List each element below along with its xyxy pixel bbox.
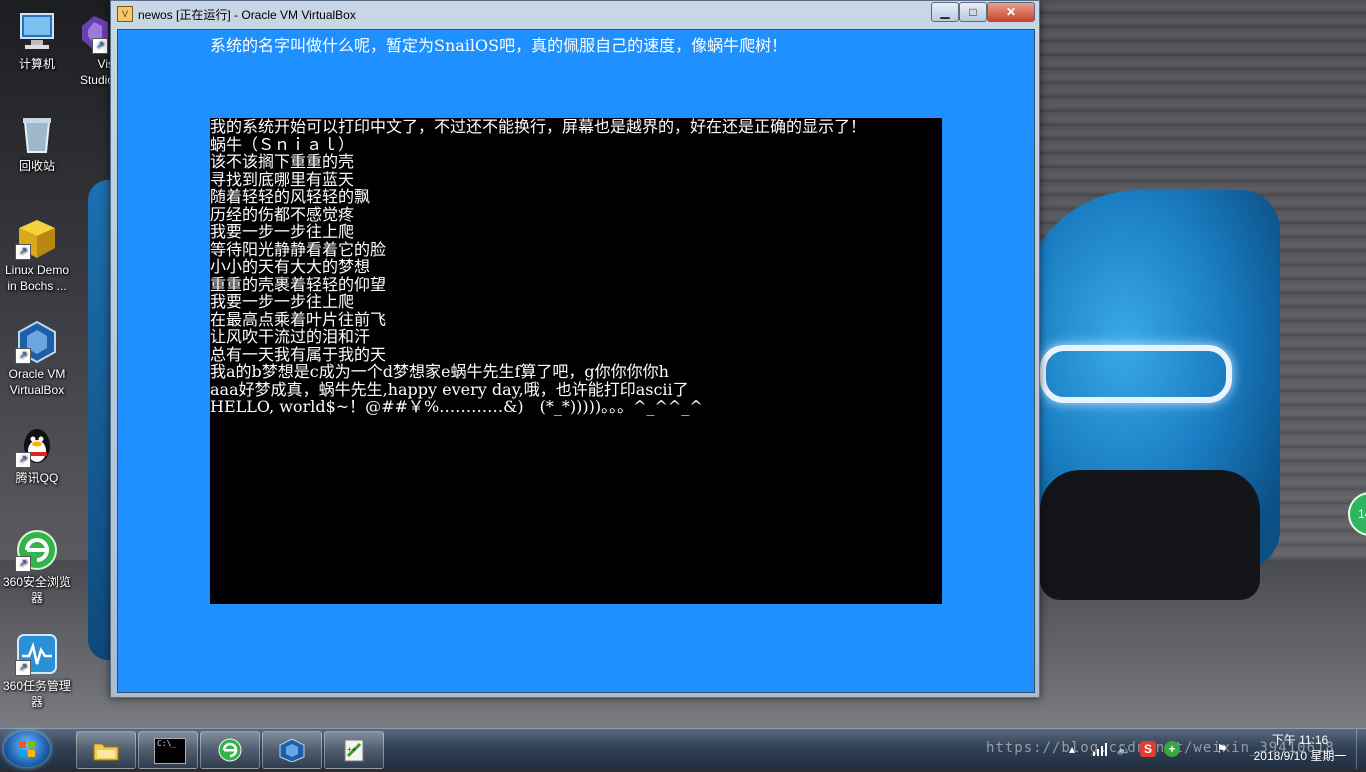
virtualbox-icon (279, 738, 305, 762)
svg-text:++: ++ (347, 745, 357, 754)
desktop-icon-virtualbox[interactable]: ↗ Oracle VM VirtualBox (0, 320, 74, 398)
vm-console-line: 寻找到底哪里有蓝天 (210, 169, 355, 189)
vm-display[interactable]: 系统的名字叫做什么呢，暂定为SnailOS吧，真的佩服自己的速度，像蜗牛爬树！ … (117, 29, 1035, 693)
vm-console-line: 我要一步一步往上爬 (210, 222, 355, 241)
360-browser-icon: ↗ (15, 528, 59, 572)
vm-console-line: 我的系统开始可以打印中文了，不过还不能换行，屏幕也是越界的，好在还是正确的显示了… (210, 117, 867, 136)
visual-studio-icon: ↗ (74, 10, 110, 54)
desktop-icon-label: 计算机 (18, 57, 55, 71)
desktop-icon-linux-demo[interactable]: ↗ Linux Demo in Bochs ... (0, 216, 74, 294)
virtualbox-vm-window[interactable]: V newos [正在运行] - Oracle VM VirtualBox ▁ … (110, 0, 1040, 698)
recycle-bin-icon (15, 112, 59, 156)
taskbar-clock[interactable]: 下午 11:16 2018/9/10 星期一 (1240, 732, 1360, 764)
desktop-icon-label: 腾讯QQ (15, 471, 59, 485)
taskbar: C:\_ ++ https://blog.csdn.net/weixin_394… (0, 728, 1366, 769)
vm-console-line: 随着轻轻的风轻轻的飘 (210, 187, 371, 206)
desktop-icon-label: Linux Demo in Bochs ... (4, 263, 70, 293)
clock-time: 下午 11:16 (1271, 733, 1329, 747)
close-button[interactable]: ✕ (987, 2, 1035, 22)
network-signal-icon[interactable] (1092, 741, 1108, 757)
window-title: newos [正在运行] - Oracle VM VirtualBox (138, 8, 356, 22)
shortcut-arrow-icon: ↗ (15, 452, 31, 468)
vm-console-area: 我的系统开始可以打印中文了，不过还不能换行，屏幕也是越界的，好在还是正确的显示了… (210, 118, 942, 604)
folder-icon (93, 743, 119, 761)
vm-console-line: 重重的壳裹着轻轻的仰望 (210, 274, 387, 294)
virtualbox-icon: ↗ (15, 320, 59, 364)
window-titlebar[interactable]: V newos [正在运行] - Oracle VM VirtualBox ▁ … (111, 1, 1039, 25)
vm-console-line: HELLO, world$~！@##￥%…………&) (*_*)))))。。。^… (210, 397, 703, 416)
wallpaper-car-headlights (1040, 345, 1232, 403)
action-center-flag-icon[interactable]: ⚑ (1214, 741, 1230, 757)
tray-chevron-icon[interactable]: ▴ (1064, 741, 1080, 757)
vm-console-line: 我a的b梦想是c成为一个d梦想家e蜗牛先生f算了吧，g你你你你h (210, 362, 669, 381)
qq-penguin-icon: ↗ (15, 424, 59, 468)
notepad-plus-plus-icon: ++ (344, 739, 364, 762)
desktop-icon-360-task-manager[interactable]: ↗ 360任务管理器 (0, 632, 74, 710)
vm-console-line: 等待阳光静静看着它的脸 (210, 239, 387, 259)
desktop-icon-360-browser[interactable]: ↗ 360安全浏览器 (0, 528, 74, 606)
vm-console-line: 我要一步一步往上爬 (210, 292, 355, 311)
vm-console-line: 在最高点乘着叶片往前飞 (210, 309, 387, 329)
360-browser-icon (218, 738, 242, 762)
360-task-manager-icon: ↗ (15, 632, 59, 676)
desktop-icon-computer[interactable]: 计算机 (0, 10, 74, 72)
vm-window-icon: V (117, 6, 133, 22)
desktop-icon-qq[interactable]: ↗ 腾讯QQ (0, 424, 74, 486)
taskbar-item-file-explorer[interactable] (76, 731, 136, 769)
shortcut-arrow-icon: ↗ (15, 660, 31, 676)
desktop-icon-label: Oracle VM VirtualBox (8, 367, 66, 397)
taskbar-item-virtualbox[interactable] (262, 731, 322, 769)
shortcut-arrow-icon: ↗ (92, 38, 108, 54)
taskbar-item-notepad-plus-plus[interactable]: ++ (324, 731, 384, 769)
desktop-icon-label: 360安全浏览器 (2, 575, 72, 605)
clock-date: 2018/9/10 星期一 (1253, 749, 1347, 763)
taskbar-item-command-prompt[interactable]: C:\_ (138, 731, 198, 769)
vm-console-line: 该不该搁下重重的壳 (210, 152, 355, 171)
vm-console-line: 总有一天我有属于我的天 (210, 344, 387, 364)
windows-logo-icon (19, 741, 35, 757)
shortcut-arrow-icon: ↗ (15, 348, 31, 364)
vm-console-line: 让风吹干流过的泪和汗 (210, 327, 371, 346)
360-guard-icon[interactable]: + (1164, 741, 1180, 757)
vm-console-line: aaa好梦成真，蜗牛先生,happy every day,哦，也许能打印asci… (210, 379, 689, 399)
start-button[interactable] (4, 731, 50, 767)
shortcut-arrow-icon: ↗ (15, 244, 31, 260)
system-tray: ▴ 🔈 S + ⚑ (1056, 729, 1256, 769)
vm-console-line: 小小的天有大大的梦想 (210, 257, 371, 276)
desktop-icon-visual-studio[interactable]: ↗ Vis Studio (70, 10, 114, 88)
show-desktop-button[interactable] (1356, 729, 1366, 769)
minimize-button[interactable]: ▁ (931, 2, 959, 22)
vm-console-line: 历经的伤都不感觉疼 (210, 204, 355, 224)
desktop-icon-label: 回收站 (18, 159, 55, 173)
desktop-icon-label: Vis Studio (79, 57, 114, 87)
shortcut-arrow-icon: ↗ (15, 556, 31, 572)
vm-console-line: 蜗牛（Ｓｎｉａｌ） (210, 134, 355, 154)
vm-console-lines: 我的系统开始可以打印中文了，不过还不能换行，屏幕也是越界的，好在还是正确的显示了… (210, 118, 866, 416)
computer-icon (15, 10, 59, 54)
bochs-box-icon: ↗ (15, 216, 59, 260)
taskbar-item-360-browser[interactable] (200, 731, 260, 769)
sogou-input-icon[interactable]: S (1140, 741, 1156, 757)
vm-header-text: 系统的名字叫做什么呢，暂定为SnailOS吧，真的佩服自己的速度，像蜗牛爬树！ (210, 36, 788, 55)
terminal-icon: C:\_ (154, 738, 186, 764)
wallpaper-car-grille (1040, 470, 1260, 600)
volume-icon[interactable]: 🔈 (1116, 741, 1132, 757)
desktop-icon-recycle-bin[interactable]: 回收站 (0, 112, 74, 174)
desktop-icon-label: 360任务管理器 (2, 679, 72, 709)
maximize-button[interactable]: □ (959, 2, 987, 22)
